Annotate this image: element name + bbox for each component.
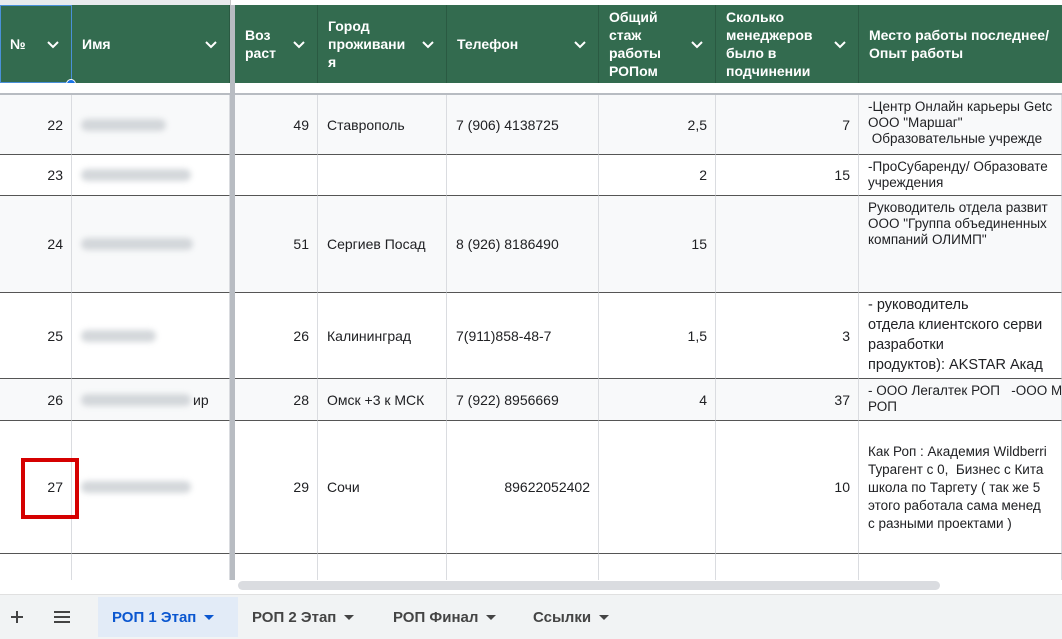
- table-cell-name[interactable]: [72, 95, 230, 155]
- table-cell[interactable]: [235, 155, 318, 196]
- table-cell[interactable]: 3: [716, 293, 859, 379]
- table-cell[interactable]: Сочи: [318, 421, 447, 554]
- header-label: Сколько менеджеров было в подчинении: [726, 9, 813, 79]
- header-cell-experience[interactable]: Общий стаж работы РОПом: [599, 5, 716, 83]
- table-cell[interactable]: 28: [235, 379, 318, 421]
- tab-links[interactable]: Ссылки: [533, 597, 610, 637]
- table-cell-name[interactable]: [72, 293, 230, 379]
- table-cell[interactable]: 4: [599, 379, 716, 421]
- header-label: Город проживани я: [328, 18, 406, 70]
- table-cell[interactable]: [716, 196, 859, 293]
- table-cell[interactable]: [235, 554, 318, 580]
- table-cell[interactable]: 15: [599, 196, 716, 293]
- header-cell-workplace[interactable]: Место работы последнее/ Опыт работы: [859, 5, 1062, 83]
- chevron-down-icon[interactable]: [420, 36, 436, 52]
- table-cell[interactable]: -ПроСубаренду/ Образовате учреждения: [859, 155, 1062, 196]
- table-cell[interactable]: [0, 554, 72, 580]
- redacted-name: [81, 481, 191, 493]
- chevron-down-icon[interactable]: [832, 36, 848, 52]
- highlight-box: [21, 458, 79, 519]
- redacted-name: [81, 393, 191, 406]
- table-cell[interactable]: Как Роп : Академия Wildberri Турагент с …: [859, 421, 1062, 554]
- table-cell[interactable]: 8 (926) 8186490: [447, 196, 599, 293]
- table-cell[interactable]: [318, 554, 447, 580]
- table-cell[interactable]: 7 (922) 8956669: [447, 379, 599, 421]
- table-cell[interactable]: Руководитель отдела развит ООО "Группа о…: [859, 196, 1062, 293]
- chevron-down-icon[interactable]: [689, 36, 705, 52]
- header-label: Телефон: [457, 36, 519, 52]
- chevron-down-icon[interactable]: [291, 36, 307, 52]
- plus-icon[interactable]: [4, 595, 30, 639]
- table-cell[interactable]: 26: [235, 293, 318, 379]
- table-cell[interactable]: 2,5: [599, 95, 716, 155]
- spreadsheet-grid[interactable]: № Имя Воз раст Город проживани я Телефон…: [0, 0, 1062, 580]
- sheet-tab-bar: РОП 1 Этап РОП 2 Этап РОП Финал Ссылки: [0, 594, 1062, 639]
- table-cell[interactable]: -Центр Онлайн карьеры Getc ООО "Маршаг" …: [859, 95, 1062, 155]
- header-cell-managers[interactable]: Сколько менеджеров было в подчинении: [716, 5, 859, 83]
- table-cell-name[interactable]: [72, 155, 230, 196]
- table-cell[interactable]: - ООО Легалтек РОП -ООО М РОП: [859, 379, 1062, 421]
- tab-rop-1-etap[interactable]: РОП 1 Этап: [98, 597, 238, 637]
- table-cell[interactable]: 15: [716, 155, 859, 196]
- table-cell[interactable]: [72, 554, 230, 580]
- chevron-down-icon[interactable]: [203, 36, 219, 52]
- table-cell[interactable]: 10: [716, 421, 859, 554]
- table-cell[interactable]: 51: [235, 196, 318, 293]
- caret-down-icon[interactable]: [204, 614, 215, 620]
- header-cell-no[interactable]: №: [0, 5, 72, 83]
- tab-rop-2-etap[interactable]: РОП 2 Этап: [252, 597, 355, 637]
- table-cell[interactable]: Омск +3 к МСК: [318, 379, 447, 421]
- redacted-name: [81, 329, 156, 342]
- table-cell[interactable]: 29: [235, 421, 318, 554]
- header-cell-age[interactable]: Воз раст: [235, 5, 318, 83]
- table-cell[interactable]: [716, 554, 859, 580]
- table-cell[interactable]: [447, 155, 599, 196]
- table-cell[interactable]: 89622052402: [447, 421, 599, 554]
- table-cell[interactable]: 2: [599, 155, 716, 196]
- redacted-name: [81, 238, 193, 250]
- table-cell[interactable]: [447, 554, 599, 580]
- header-label: Общий стаж работы РОПом: [609, 9, 662, 79]
- table-cell[interactable]: 26: [0, 379, 72, 421]
- caret-down-icon[interactable]: [599, 614, 610, 620]
- table-cell[interactable]: 24: [0, 196, 72, 293]
- header-cell-phone[interactable]: Телефон: [447, 5, 599, 83]
- table-cell[interactable]: 7 (906) 4138725: [447, 95, 599, 155]
- table-cell[interactable]: [859, 554, 1062, 580]
- header-label: Воз раст: [245, 27, 276, 61]
- header-label: Имя: [82, 36, 111, 52]
- hamburger-menu-icon[interactable]: [48, 595, 76, 639]
- table-cell[interactable]: [599, 421, 716, 554]
- table-cell[interactable]: 1,5: [599, 293, 716, 379]
- chevron-down-icon[interactable]: [45, 36, 61, 52]
- table-cell[interactable]: [318, 155, 447, 196]
- table-cell-name[interactable]: ир: [72, 379, 230, 421]
- table-cell[interactable]: - руководитель отдела клиентского серви …: [859, 293, 1062, 379]
- caret-down-icon[interactable]: [486, 614, 497, 620]
- header-cell-name[interactable]: Имя: [72, 5, 230, 83]
- table-cell[interactable]: Ставрополь: [318, 95, 447, 155]
- table-cell[interactable]: 49: [235, 95, 318, 155]
- table-cell[interactable]: Калининград: [318, 293, 447, 379]
- table-cell[interactable]: 7(911)858-48-7: [447, 293, 599, 379]
- frozen-row-divider[interactable]: [0, 83, 1062, 95]
- redacted-name: [81, 169, 191, 181]
- header-label: Место работы последнее/ Опыт работы: [869, 27, 1049, 61]
- table-cell[interactable]: 22: [0, 95, 72, 155]
- table-cell[interactable]: Сергиев Посад: [318, 196, 447, 293]
- chevron-down-icon[interactable]: [572, 36, 588, 52]
- tab-rop-final[interactable]: РОП Финал: [393, 597, 497, 637]
- caret-down-icon[interactable]: [344, 614, 355, 620]
- table-cell-name[interactable]: [72, 421, 230, 554]
- horizontal-scrollbar[interactable]: [238, 581, 940, 590]
- table-cell[interactable]: 7: [716, 95, 859, 155]
- header-cell-city[interactable]: Город проживани я: [318, 5, 447, 83]
- table-cell-name[interactable]: [72, 196, 230, 293]
- header-label: №: [10, 36, 26, 52]
- table-cell[interactable]: 37: [716, 379, 859, 421]
- table-cell[interactable]: [599, 554, 716, 580]
- redacted-name: [81, 118, 166, 131]
- table-cell[interactable]: 25: [0, 293, 72, 379]
- table-cell[interactable]: 23: [0, 155, 72, 196]
